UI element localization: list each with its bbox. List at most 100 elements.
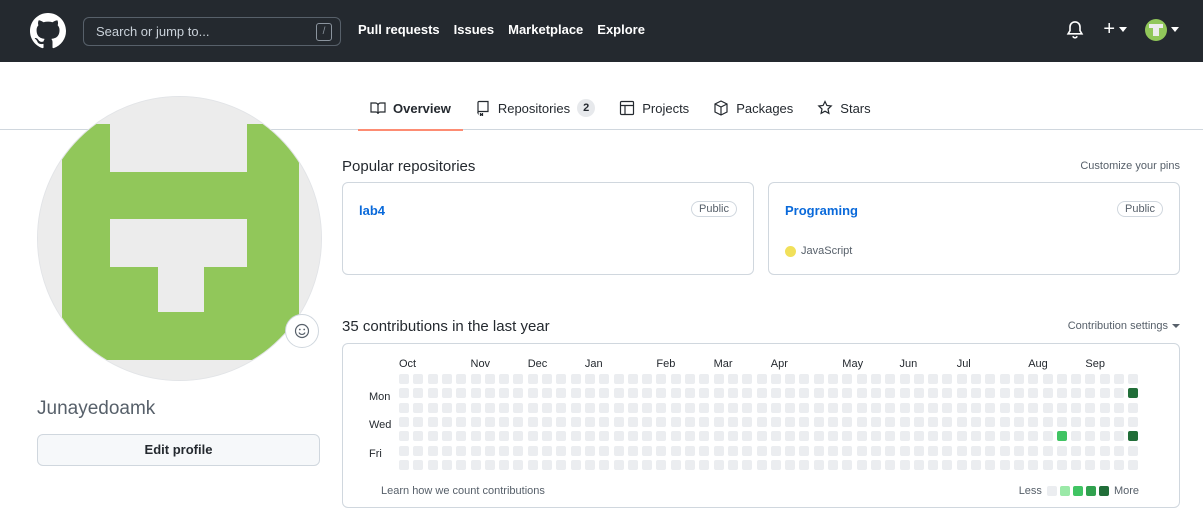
contribution-day-cell[interactable]: [985, 388, 996, 399]
contribution-day-cell[interactable]: [1114, 416, 1124, 427]
contribution-day-cell[interactable]: [470, 416, 481, 427]
contribution-day-cell[interactable]: [413, 416, 424, 427]
contribution-day-cell[interactable]: [642, 374, 653, 384]
contribution-day-cell[interactable]: [441, 431, 452, 442]
contribution-day-cell[interactable]: [899, 445, 910, 456]
contribution-day-cell[interactable]: [542, 388, 552, 399]
contribution-day-cell[interactable]: [999, 374, 1010, 384]
contribution-day-cell[interactable]: [584, 445, 595, 456]
contribution-day-cell[interactable]: [1013, 431, 1024, 442]
contribution-day-cell[interactable]: [856, 459, 867, 470]
contribution-day-cell[interactable]: [499, 374, 510, 384]
contribution-day-cell[interactable]: [1085, 445, 1096, 456]
contribution-day-cell[interactable]: [484, 445, 495, 456]
contribution-day-cell[interactable]: [999, 445, 1010, 456]
contribution-day-cell[interactable]: [885, 402, 896, 413]
contribution-day-cell[interactable]: [813, 416, 824, 427]
contribution-day-cell[interactable]: [1128, 431, 1139, 442]
contribution-day-cell[interactable]: [499, 459, 510, 470]
contribution-day-cell[interactable]: [942, 416, 953, 427]
contribution-day-cell[interactable]: [670, 416, 681, 427]
contribution-day-cell[interactable]: [842, 388, 853, 399]
contribution-day-cell[interactable]: [470, 431, 481, 442]
contribution-day-cell[interactable]: [813, 431, 824, 442]
contribution-day-cell[interactable]: [427, 445, 438, 456]
contribution-day-cell[interactable]: [613, 459, 624, 470]
contribution-day-cell[interactable]: [484, 388, 495, 399]
contribution-day-cell[interactable]: [1085, 459, 1096, 470]
contribution-day-cell[interactable]: [499, 402, 510, 413]
search-input[interactable]: Search or jump to... /: [83, 17, 341, 46]
contribution-day-cell[interactable]: [427, 459, 438, 470]
contribution-day-cell[interactable]: [456, 374, 467, 384]
contribution-day-cell[interactable]: [685, 431, 695, 442]
contribution-day-cell[interactable]: [785, 459, 796, 470]
contribution-day-cell[interactable]: [713, 445, 724, 456]
contribution-day-cell[interactable]: [456, 402, 467, 413]
contribution-day-cell[interactable]: [913, 445, 924, 456]
contribution-day-cell[interactable]: [885, 374, 896, 384]
contribution-day-cell[interactable]: [985, 431, 996, 442]
contribution-day-cell[interactable]: [427, 374, 438, 384]
contribution-day-cell[interactable]: [770, 445, 781, 456]
nav-explore[interactable]: Explore: [597, 22, 645, 37]
contribution-day-cell[interactable]: [885, 459, 896, 470]
contribution-day-cell[interactable]: [1085, 431, 1096, 442]
contribution-day-cell[interactable]: [1128, 374, 1139, 384]
contribution-day-cell[interactable]: [956, 388, 967, 399]
contribution-day-cell[interactable]: [670, 374, 681, 384]
contribution-day-cell[interactable]: [999, 431, 1010, 442]
contribution-day-cell[interactable]: [899, 459, 910, 470]
contribution-day-cell[interactable]: [928, 388, 939, 399]
contribution-day-cell[interactable]: [756, 431, 767, 442]
contribution-day-cell[interactable]: [913, 374, 924, 384]
contribution-day-cell[interactable]: [513, 416, 524, 427]
contribution-day-cell[interactable]: [813, 402, 824, 413]
contribution-day-cell[interactable]: [441, 374, 452, 384]
contribution-day-cell[interactable]: [913, 388, 924, 399]
contribution-day-cell[interactable]: [556, 459, 567, 470]
contribution-day-cell[interactable]: [1071, 459, 1082, 470]
contribution-day-cell[interactable]: [427, 388, 438, 399]
contribution-day-cell[interactable]: [813, 388, 824, 399]
contribution-day-cell[interactable]: [928, 431, 939, 442]
contribution-day-cell[interactable]: [599, 402, 610, 413]
contribution-day-cell[interactable]: [1114, 402, 1124, 413]
contribution-day-cell[interactable]: [1042, 459, 1053, 470]
create-new-button[interactable]: +: [1103, 18, 1127, 41]
contribution-day-cell[interactable]: [942, 445, 953, 456]
contribution-day-cell[interactable]: [685, 374, 695, 384]
contribution-day-cell[interactable]: [1085, 388, 1096, 399]
contribution-day-cell[interactable]: [584, 459, 595, 470]
contribution-day-cell[interactable]: [956, 445, 967, 456]
contribution-day-cell[interactable]: [513, 402, 524, 413]
nav-issues[interactable]: Issues: [454, 22, 494, 37]
contribution-day-cell[interactable]: [1028, 388, 1039, 399]
contribution-day-cell[interactable]: [870, 374, 881, 384]
contribution-day-cell[interactable]: [484, 416, 495, 427]
contribution-day-cell[interactable]: [584, 431, 595, 442]
contribution-day-cell[interactable]: [599, 445, 610, 456]
contribution-day-cell[interactable]: [1128, 388, 1139, 399]
contribution-day-cell[interactable]: [756, 374, 767, 384]
contribution-day-cell[interactable]: [742, 416, 753, 427]
contribution-day-cell[interactable]: [470, 402, 481, 413]
contribution-day-cell[interactable]: [756, 445, 767, 456]
contribution-day-cell[interactable]: [1028, 374, 1039, 384]
contribution-day-cell[interactable]: [556, 374, 567, 384]
contribution-day-cell[interactable]: [756, 402, 767, 413]
contribution-day-cell[interactable]: [1056, 402, 1067, 413]
contribution-day-cell[interactable]: [656, 374, 667, 384]
user-menu-button[interactable]: [1145, 18, 1179, 41]
contribution-day-cell[interactable]: [599, 374, 610, 384]
contribution-day-cell[interactable]: [971, 402, 981, 413]
contribution-day-cell[interactable]: [484, 374, 495, 384]
contribution-day-cell[interactable]: [685, 416, 695, 427]
contribution-day-cell[interactable]: [399, 374, 409, 384]
contribution-day-cell[interactable]: [413, 402, 424, 413]
contribution-day-cell[interactable]: [527, 374, 538, 384]
contribution-day-cell[interactable]: [928, 445, 939, 456]
contribution-day-cell[interactable]: [1042, 416, 1053, 427]
contribution-day-cell[interactable]: [570, 431, 581, 442]
contribution-day-cell[interactable]: [470, 374, 481, 384]
